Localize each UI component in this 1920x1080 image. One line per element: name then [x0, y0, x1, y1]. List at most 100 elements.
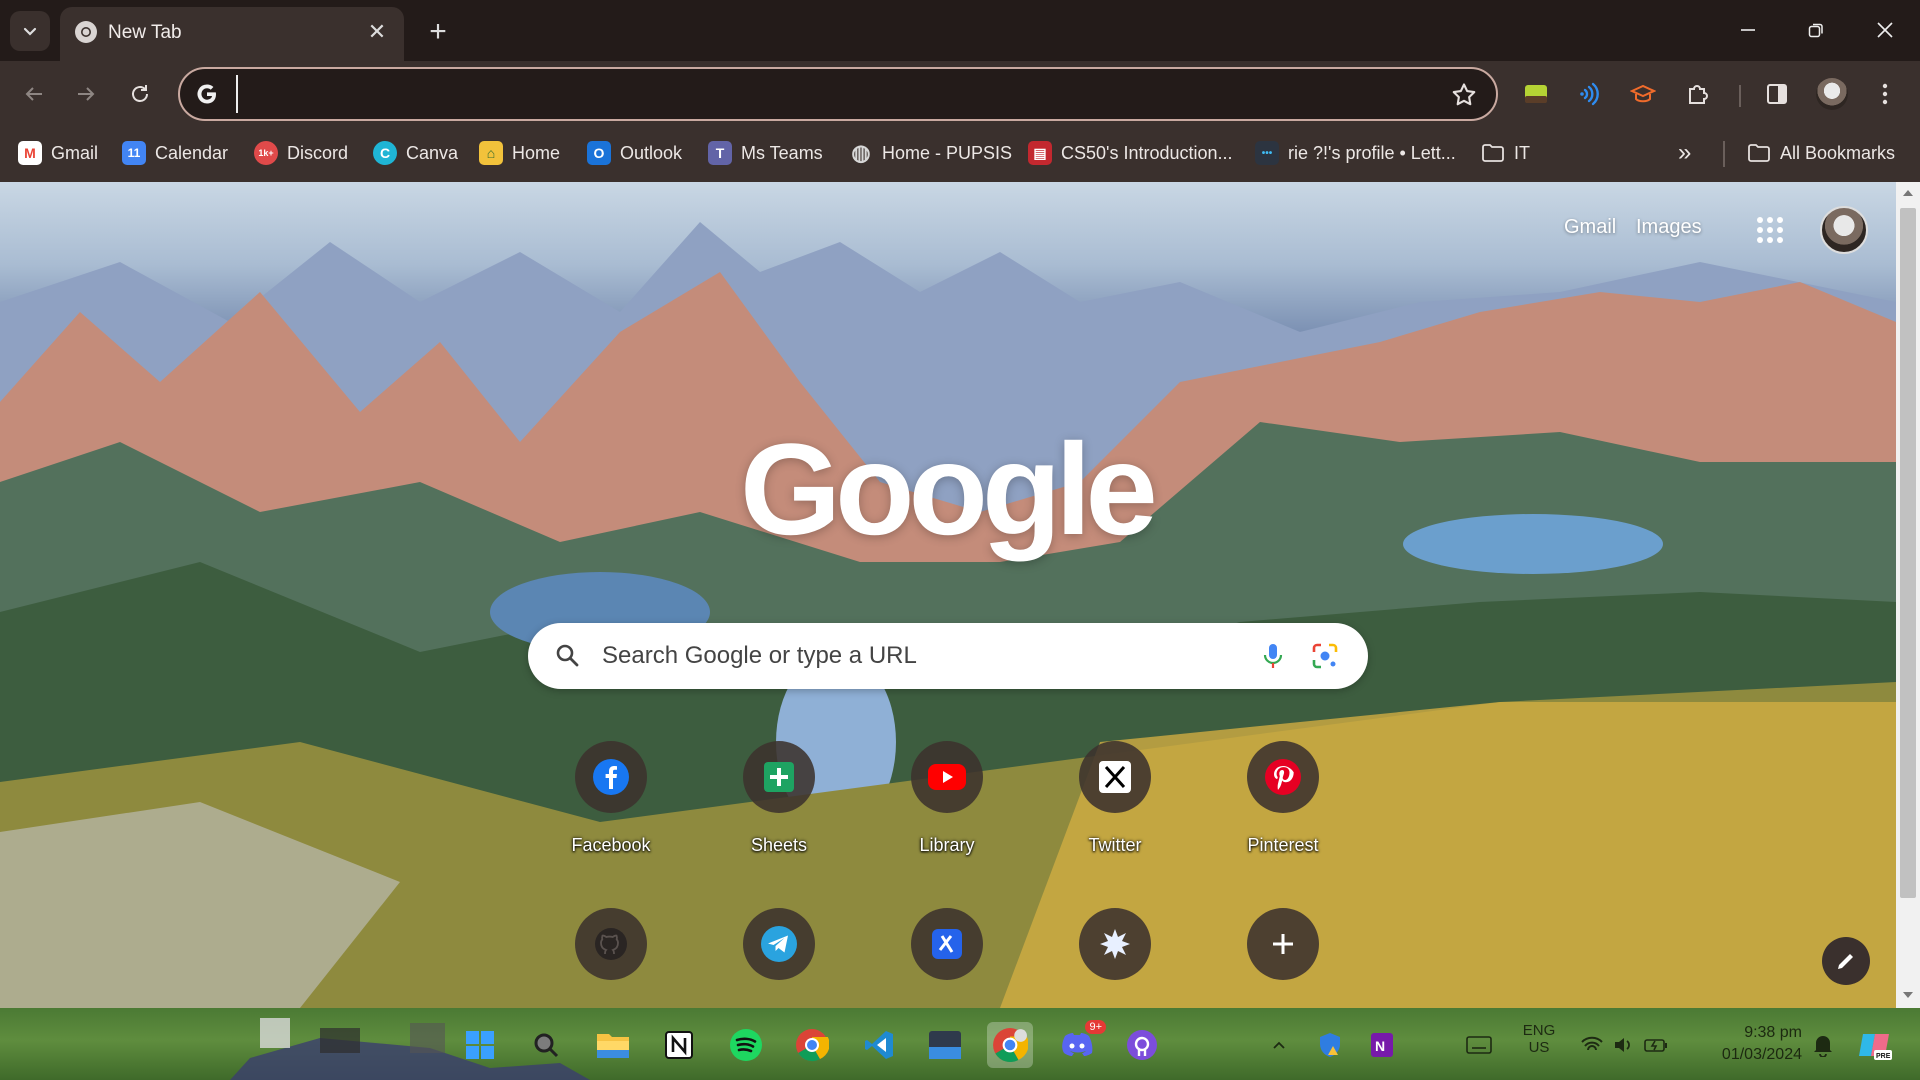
bookmarks-overflow-button[interactable]: »: [1678, 137, 1691, 169]
shortcut-pinterest[interactable]: Pinterest: [1227, 741, 1339, 891]
bookmark-outlook[interactable]: O Outlook: [587, 137, 682, 169]
extension-audio-button[interactable]: [1570, 75, 1608, 113]
new-tab-page: Gmail Images Google Facebook Sheets Libr…: [0, 182, 1896, 1008]
telegram-icon: [761, 926, 797, 962]
taskbar-search-button[interactable]: [523, 1022, 569, 1068]
account-avatar[interactable]: [1820, 206, 1868, 254]
tray-notifications[interactable]: [1806, 1022, 1840, 1068]
bookmark-folder-it[interactable]: IT: [1481, 137, 1530, 169]
shortcut-library[interactable]: Library: [891, 741, 1003, 891]
shortcut-sheets[interactable]: Sheets: [723, 741, 835, 891]
shield-warning-icon: [1320, 1033, 1340, 1057]
microphone-icon[interactable]: [1258, 641, 1288, 671]
shortcut-facebook[interactable]: Facebook: [555, 741, 667, 891]
tray-overflow-button[interactable]: [1265, 1022, 1293, 1068]
taskbar-chrome-profile-active[interactable]: [987, 1022, 1033, 1068]
bookmark-label: rie ?!'s profile • Lett...: [1288, 142, 1456, 163]
shortcut-label: Twitter: [1088, 835, 1142, 855]
taskbar-notion[interactable]: [656, 1022, 702, 1068]
google-apps-icon[interactable]: [1752, 212, 1788, 248]
new-tab-button[interactable]: +: [420, 14, 456, 50]
shortcut-icon-wrap: [575, 908, 647, 980]
sound-waves-icon: [1580, 82, 1599, 106]
bookmark-discord[interactable]: 1k+ Discord: [254, 137, 348, 169]
shortcut-icon-wrap: [911, 741, 983, 813]
bookmark-ms-teams[interactable]: T Ms Teams: [708, 137, 823, 169]
chrome-icon: [796, 1029, 829, 1062]
calendar-icon: 11: [122, 141, 146, 165]
back-button[interactable]: [12, 72, 56, 116]
bookmark-home-pupsis[interactable]: ◍ Home - PUPSIS: [849, 137, 1012, 169]
restore-button[interactable]: [1786, 6, 1846, 54]
chevron-down-icon: [23, 27, 37, 36]
close-window-button[interactable]: [1855, 6, 1915, 54]
scroll-up-arrow-icon[interactable]: [1903, 190, 1913, 196]
spotify-icon: [730, 1029, 762, 1061]
taskbar-dev-home[interactable]: [922, 1022, 968, 1068]
chrome-menu-button[interactable]: [1866, 75, 1904, 113]
all-bookmarks-button[interactable]: All Bookmarks: [1747, 137, 1895, 169]
customize-chrome-button[interactable]: [1822, 937, 1870, 985]
address-bar[interactable]: [178, 67, 1498, 121]
shortcut-app[interactable]: [891, 908, 1003, 1008]
address-input[interactable]: [236, 75, 1386, 113]
bookmark-label: Canva: [406, 142, 459, 163]
bookmark-gmail[interactable]: M Gmail: [18, 137, 98, 169]
shortcut-telegram[interactable]: [723, 908, 835, 1008]
taskbar-discord[interactable]: 9+: [1054, 1020, 1106, 1068]
bookmark-home[interactable]: ⌂ Home: [479, 137, 560, 169]
side-panel-button[interactable]: [1758, 75, 1796, 113]
shortcut-github[interactable]: [555, 908, 667, 1008]
start-button[interactable]: [457, 1022, 503, 1068]
taskbar-chrome[interactable]: [789, 1022, 835, 1068]
bookmark-label: Ms Teams: [741, 142, 823, 163]
bookmark-label: IT: [1514, 142, 1530, 163]
page-scrollbar[interactable]: [1896, 182, 1920, 1008]
minimize-button[interactable]: [1718, 6, 1778, 54]
gmail-link[interactable]: Gmail: [1564, 216, 1616, 239]
star-icon[interactable]: [1450, 81, 1478, 109]
profile-button[interactable]: [1813, 75, 1851, 113]
taskbar-vscode[interactable]: [856, 1022, 902, 1068]
globe-icon: ◍: [851, 140, 871, 165]
images-link[interactable]: Images: [1636, 216, 1702, 239]
google-lens-icon[interactable]: [1310, 641, 1340, 671]
bookmark-cs50[interactable]: ▤ CS50's Introduction...: [1028, 137, 1233, 169]
tray-onenote[interactable]: N: [1365, 1022, 1399, 1068]
tray-touch-keyboard[interactable]: [1460, 1022, 1498, 1068]
tab-new-tab[interactable]: New Tab ✕: [60, 7, 404, 61]
outlook-icon: O: [587, 141, 611, 165]
github-desktop-icon: [1127, 1030, 1157, 1060]
bookmark-calendar[interactable]: 11 Calendar: [122, 137, 228, 169]
bookmark-letterboxd[interactable]: ••• rie ?!'s profile • Lett...: [1255, 137, 1456, 169]
svg-text:N: N: [1375, 1038, 1385, 1054]
tray-copilot[interactable]: PRE: [1853, 1022, 1897, 1068]
tray-network-volume-battery[interactable]: [1574, 1022, 1674, 1068]
taskbar-file-explorer[interactable]: [590, 1022, 636, 1068]
ntp-search-box[interactable]: [528, 623, 1368, 689]
screenshot-extension-icon: [1525, 85, 1547, 103]
shortcut-icon-wrap: [911, 908, 983, 980]
tab-search-button[interactable]: [10, 11, 50, 51]
tray-security[interactable]: [1313, 1022, 1347, 1068]
taskbar-github-desktop[interactable]: [1119, 1022, 1165, 1068]
add-shortcut-button[interactable]: [1227, 908, 1339, 1008]
toolbar-divider: [1739, 85, 1741, 107]
windows-taskbar: 9+ N ENG US 9:38 pm 01/03/2024 PRE: [0, 1008, 1920, 1080]
shortcut-twitter[interactable]: Twitter: [1059, 741, 1171, 891]
extension-screenshot-button[interactable]: [1517, 75, 1555, 113]
reload-button[interactable]: [118, 72, 162, 116]
close-tab-icon[interactable]: ✕: [362, 17, 392, 47]
scrollbar-thumb[interactable]: [1900, 208, 1916, 898]
tray-language[interactable]: ENG US: [1517, 1022, 1561, 1056]
double-chevron-right-icon: »: [1678, 139, 1692, 166]
extensions-button[interactable]: [1679, 75, 1717, 113]
shortcut-burst[interactable]: [1059, 908, 1171, 1008]
taskbar-clock[interactable]: 9:38 pm 01/03/2024: [1698, 1022, 1802, 1066]
ntp-search-input[interactable]: [602, 637, 1202, 675]
taskbar-spotify[interactable]: [723, 1022, 769, 1068]
forward-button[interactable]: [64, 72, 108, 116]
extension-study-button[interactable]: [1624, 75, 1662, 113]
bookmark-canva[interactable]: C Canva: [373, 137, 458, 169]
scroll-down-arrow-icon[interactable]: [1903, 992, 1913, 998]
